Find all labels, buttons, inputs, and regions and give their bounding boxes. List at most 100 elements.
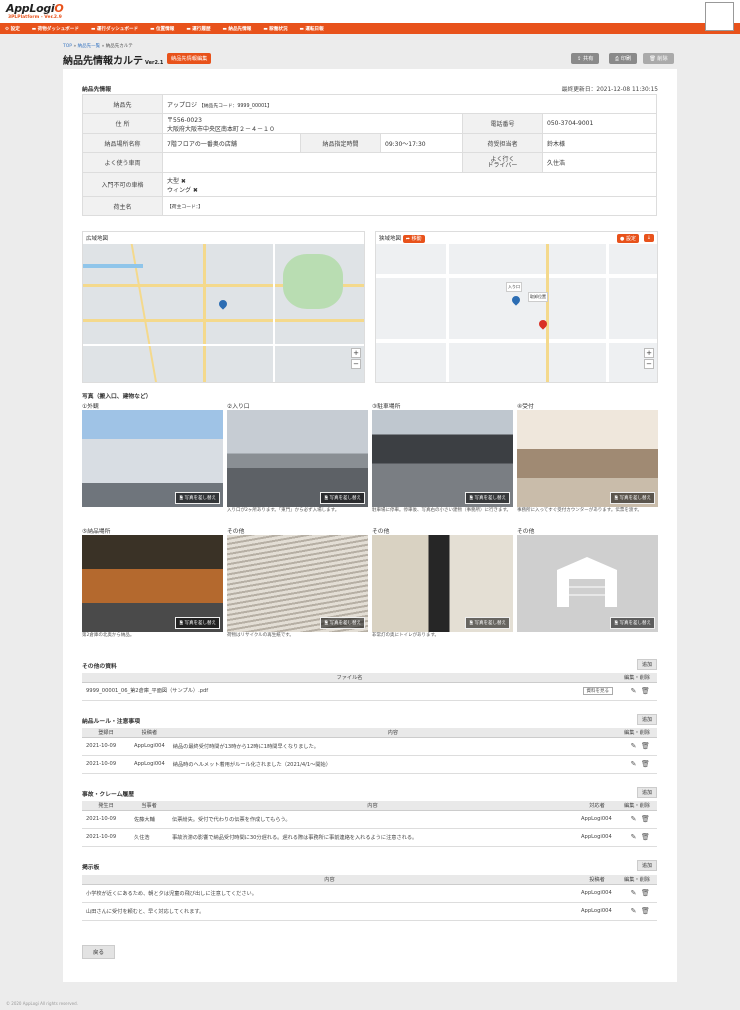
replace-photo-button[interactable]: 🗎 写真を差し替え — [320, 617, 365, 629]
download-icon[interactable]: ↓ — [643, 234, 654, 242]
add-doc-button[interactable]: 追加 — [636, 659, 657, 670]
photo-image: 🗎 写真を差し替え — [227, 410, 368, 507]
add-board-button[interactable]: 追加 — [636, 860, 657, 871]
photo-label: ③駐車場所 — [372, 404, 401, 410]
photo-other-3: その他 🗎 写真を差し替え — [517, 526, 658, 633]
entrance-label: 入り口 — [506, 282, 522, 292]
zoom-in-icon[interactable]: + — [351, 348, 361, 358]
replace-photo-button[interactable]: 🗎 写真を差し替え — [175, 617, 220, 629]
replace-photo-button[interactable]: 🗎 写真を差し替え — [320, 492, 365, 504]
app-logo[interactable]: AppLogiO — [6, 2, 64, 15]
narrow-map-header: 狭域地図 ➦ 移動 ● 設定 ↓ — [376, 232, 657, 243]
rules-section-title: 納品ルール・注意事項 — [82, 719, 140, 725]
time-value: 09:30〜17:30 — [380, 133, 463, 153]
nav-item-settings[interactable]: ⚙ 設定 — [5, 26, 20, 32]
narrow-map-canvas[interactable]: 入り口 取卸位置 + − — [376, 244, 657, 382]
edit-icon[interactable]: ✎ — [630, 742, 637, 750]
photo-image: 🗎 写真を差し替え — [82, 535, 223, 632]
photo-image: 🗎 写真を差し替え — [227, 535, 368, 632]
wide-area-map[interactable]: 広域地図 + − — [82, 231, 365, 383]
replace-photo-button[interactable]: 🗎 写真を差し替え — [610, 492, 655, 504]
table-row: 2021-10-09 久住浩 事故渋滞の影響で納品受付時間に30分遅れる。遅れる際は… — [82, 828, 657, 847]
edit-icon[interactable]: ✎ — [630, 760, 637, 768]
zoom-out-icon[interactable]: − — [351, 359, 361, 369]
zoom-out-icon[interactable]: − — [644, 359, 654, 369]
trash-icon[interactable]: 🗑 — [641, 889, 650, 897]
doc-file-cell: 9999_00001_06_第2倉庫_平面図（サンプル）.pdf 資料を見る — [82, 682, 617, 701]
edit-icon[interactable]: ✎ — [630, 833, 637, 841]
breadcrumb-top[interactable]: TOP — [63, 44, 72, 49]
map-settings-button[interactable]: ● 設定 — [617, 234, 639, 243]
wide-map-canvas[interactable]: + − — [83, 244, 364, 382]
photo-image: 🗎 写真を差し替え — [82, 410, 223, 507]
breadcrumb-list[interactable]: 納品先一覧 — [78, 44, 101, 49]
version-label: Ver2.1 — [145, 60, 164, 66]
photo-delivery-place: ⑤納品場所 🗎 写真を差し替え 第2倉庫の北奥から納品。 — [82, 526, 223, 639]
incident-who: 久住浩 — [130, 828, 168, 847]
nav-item-operation-dashboard[interactable]: ▬ 運行ダッシュボード — [91, 26, 138, 32]
incident-responder: AppLogi004 — [577, 810, 617, 829]
replace-photo-button[interactable]: 🗎 写真を差し替え — [610, 617, 655, 629]
col-file: ファイル名 — [82, 673, 617, 683]
entrance-pin-icon[interactable] — [510, 294, 522, 306]
edit-icon[interactable]: ✎ — [630, 815, 637, 823]
dest-label: 納品先 — [82, 94, 163, 114]
rules-table: 登録日 投稿者 内容 編集・削除 2021-10-09 AppLogi004 納品の最終受… — [82, 728, 657, 774]
edit-icon[interactable]: ✎ — [630, 907, 637, 915]
doc-file-name[interactable]: 9999_00001_06_第2倉庫_平面図（サンプル）.pdf — [86, 688, 208, 694]
location-pin-icon[interactable] — [217, 298, 229, 310]
rule-date: 2021-10-09 — [82, 737, 130, 756]
col-who: 当事者 — [130, 801, 168, 811]
delete-button[interactable]: 🗑 削除 — [643, 53, 674, 64]
photo-exterior: ①外観 🗎 写真を差し替え — [82, 401, 223, 508]
trash-icon[interactable]: 🗑 — [641, 907, 650, 915]
nav-item-report[interactable]: ▬ 運転日報 — [300, 26, 324, 32]
nav-item-status[interactable]: ▬ 稼働状況 — [263, 26, 287, 32]
trash-icon[interactable]: 🗑 — [641, 742, 650, 750]
edit-icon[interactable]: ✎ — [630, 889, 637, 897]
info-table: 納品先 アップロジ 【納品先コード：9999_00001】 住 所〒556-002… — [82, 94, 657, 216]
time-label: 納品指定時間 — [300, 133, 381, 153]
current-position-label: 取卸位置 — [528, 292, 548, 302]
col-edit: 編集・削除 — [617, 673, 657, 683]
replace-photo-button[interactable]: 🗎 写真を差し替え — [465, 492, 510, 504]
view-doc-button[interactable]: 資料を見る — [582, 687, 613, 695]
driver-value: 久住浩 — [542, 152, 657, 173]
trash-icon[interactable]: 🗑 — [641, 760, 650, 768]
person-value: 鈴木様 — [542, 133, 657, 153]
docs-section-title: その他の資料 — [82, 664, 117, 670]
trash-icon[interactable]: 🗑 — [641, 687, 650, 695]
nav-item-history[interactable]: ▬ 運行履歴 — [186, 26, 210, 32]
photo-label: その他 — [372, 529, 390, 535]
photo-caption: 事務所に入ってすぐ受付カウンターがあります。伝票を渡す。 — [517, 508, 642, 513]
print-button[interactable]: ⎙ 印刷 — [609, 53, 638, 64]
nav-item-destination[interactable]: ▬ 納品先情報 — [223, 26, 252, 32]
incident-date: 2021-10-09 — [82, 828, 130, 847]
back-button[interactable]: 戻る — [82, 945, 116, 959]
incident-content: 伝票紛失。受付で代わりの伝票を作成してもらう。 — [168, 810, 577, 829]
nav-item-cargo-dashboard[interactable]: ▬ 荷物ダッシュボード — [32, 26, 79, 32]
table-row: 2021-10-09 AppLogi004 納品の最終受付時間が13時から12時に1… — [82, 737, 657, 756]
add-incident-button[interactable]: 追加 — [636, 787, 657, 798]
replace-photo-button[interactable]: 🗎 写真を差し替え — [465, 617, 510, 629]
person-label: 荷受担当者 — [462, 133, 543, 153]
col-content: 内容 — [168, 801, 577, 811]
edit-icon[interactable]: ✎ — [630, 687, 637, 695]
address-label: 住 所 — [82, 113, 163, 134]
board-actions: ✎ 🗑 — [617, 884, 657, 903]
edit-destination-button[interactable]: 納品先情報編集 — [167, 53, 212, 64]
add-rule-button[interactable]: 追加 — [636, 714, 657, 725]
share-button[interactable]: ⇪ 共有 — [571, 53, 600, 64]
nav-item-location[interactable]: ▬ 位置情報 — [150, 26, 174, 32]
incident-responder: AppLogi004 — [577, 828, 617, 847]
narrow-area-map[interactable]: 狭域地図 ➦ 移動 ● 設定 ↓ 入り口 取卸位置 + − — [375, 231, 658, 383]
move-button[interactable]: ➦ 移動 — [402, 235, 425, 243]
replace-photo-button[interactable]: 🗎 写真を差し替え — [175, 492, 220, 504]
zoom-in-icon[interactable]: + — [644, 348, 654, 358]
photo-other-2: その他 🗎 写真を差し替え 非常灯の奥にトイレがあります。 — [372, 526, 513, 639]
col-responder: 対応者 — [577, 801, 617, 811]
photo-entrance: ②入り口 🗎 写真を差し替え 入り口が2ヶ所あります。「東門」から必ず入場します… — [227, 401, 368, 514]
table-row: 小学校が近くにあるため、朝と夕は児童の飛び出しに注意してください。 AppLogi… — [82, 884, 657, 903]
trash-icon[interactable]: 🗑 — [641, 815, 650, 823]
trash-icon[interactable]: 🗑 — [641, 833, 650, 841]
